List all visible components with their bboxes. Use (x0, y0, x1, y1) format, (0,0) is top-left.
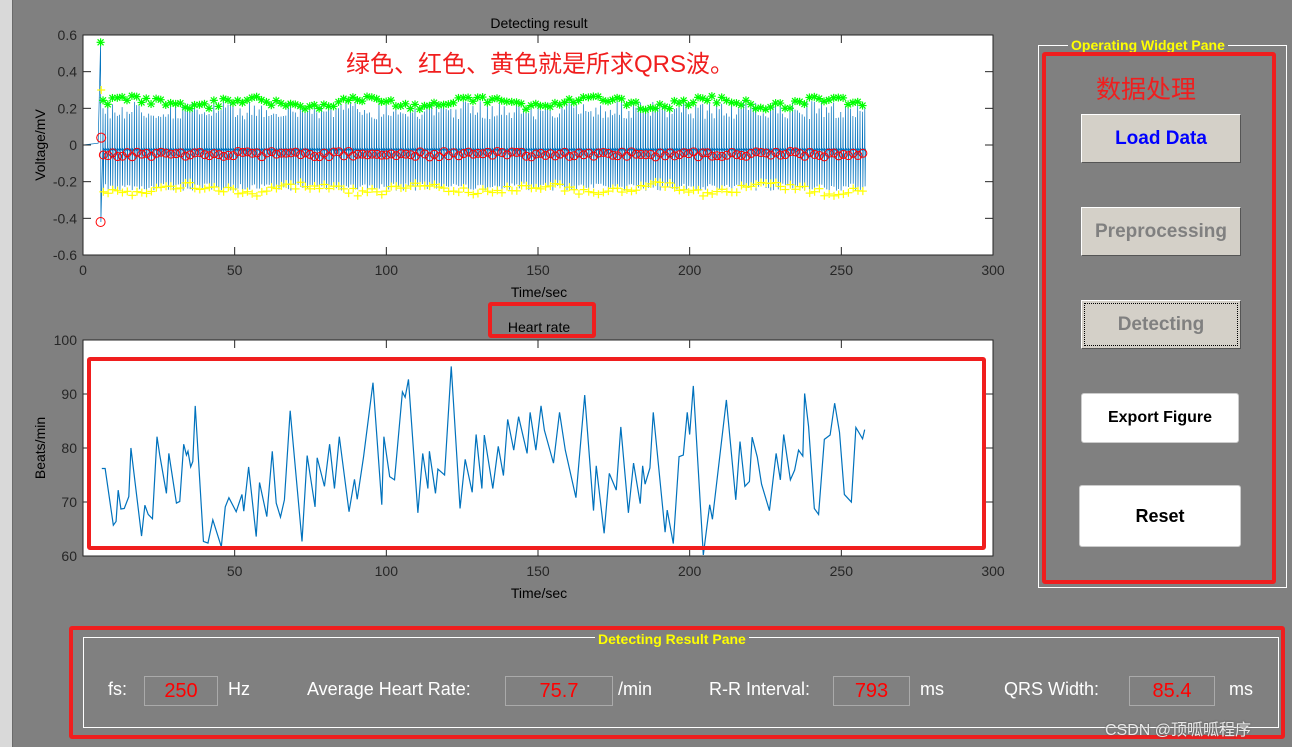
highlight-box-title (488, 302, 596, 338)
avg-hr-unit: /min (618, 679, 653, 699)
x-tick-label: 0 (79, 262, 87, 278)
x-axis-label: Time/sec (511, 284, 567, 300)
x-tick-label: 150 (526, 262, 550, 278)
r-peak-marker (839, 93, 848, 102)
qrs-label: QRS Width: (1004, 679, 1100, 699)
x-tick-label: 250 (830, 563, 854, 579)
r-peak-marker (464, 93, 473, 102)
chart-title: Detecting result (490, 15, 587, 31)
y-tick-label: 90 (61, 386, 77, 402)
y-tick-label: 0 (69, 137, 77, 153)
pane-title: Detecting Result Pane (595, 631, 749, 647)
y-tick-label: 70 (61, 494, 77, 510)
r-peak-marker (96, 38, 105, 47)
y-tick-label: 60 (61, 548, 77, 564)
r-peak-marker (483, 98, 492, 107)
y-tick-label: 0.4 (58, 64, 78, 80)
export-figure-button[interactable]: Export Figure (1081, 393, 1239, 443)
y-tick-label: -0.6 (53, 247, 77, 263)
x-tick-label: 100 (375, 563, 399, 579)
r-peak-marker (800, 100, 809, 109)
pane-title: Operating Widget Pane (1068, 37, 1228, 53)
x-tick-label: 150 (526, 563, 550, 579)
y-tick-label: -0.2 (53, 174, 77, 190)
x-tick-label: 50 (227, 563, 243, 579)
detecting-result-pane (83, 637, 1279, 728)
r-peak-marker (185, 104, 194, 113)
r-peak-marker (741, 96, 750, 105)
r-peak-marker (707, 92, 716, 101)
x-tick-label: 300 (981, 563, 1005, 579)
x-axis-label: Time/sec (511, 585, 567, 601)
x-tick-label: 250 (830, 262, 854, 278)
pane-annotation: 数据处理 (1096, 76, 1197, 104)
y-tick-label: 80 (61, 440, 77, 456)
r-peak-marker (853, 97, 862, 106)
fs-label: fs: (108, 679, 128, 699)
avg-hr-field[interactable]: 75.7 (505, 676, 613, 706)
x-tick-label: 200 (678, 563, 702, 579)
r-peak-marker (310, 100, 319, 109)
rr-field[interactable]: 793 (833, 676, 910, 706)
y-axis-label: Beats/min (32, 417, 48, 479)
r-peak-marker (594, 92, 603, 101)
r-peak-marker (522, 105, 531, 114)
y-tick-label: 0.6 (58, 27, 78, 43)
detecting-result-chart: Detecting result 0 50 100 150 200 250 300 -0.6 -… (32, 15, 1005, 300)
r-peak-marker (214, 102, 223, 111)
r-peak-marker (766, 103, 775, 112)
x-tick-label: 200 (678, 262, 702, 278)
fs-field[interactable]: 250 (144, 676, 218, 706)
preprocessing-button[interactable]: Preprocessing (1081, 207, 1241, 256)
r-peak-marker (858, 101, 867, 110)
y-tick-label: 100 (54, 332, 78, 348)
highlight-box-plot (87, 357, 986, 550)
fs-unit: Hz (228, 679, 250, 699)
r-peak-marker (631, 98, 640, 107)
x-tick-label: 300 (981, 262, 1005, 278)
rr-unit: ms (920, 679, 944, 699)
x-tick-label: 50 (227, 262, 243, 278)
r-peak-marker (132, 92, 141, 101)
qrs-field[interactable]: 85.4 (1129, 676, 1215, 706)
watermark: CSDN @顶呱呱程序 (1105, 722, 1252, 739)
reset-button[interactable]: Reset (1079, 485, 1241, 547)
y-tick-label: -0.4 (53, 210, 77, 226)
qrs-unit: ms (1229, 679, 1253, 699)
r-peak-marker (546, 102, 555, 111)
r-peak-marker (386, 96, 395, 105)
rr-label: R-R Interval: (709, 679, 811, 699)
r-peak-marker (205, 104, 214, 113)
r-peak-marker (617, 94, 626, 103)
load-data-button[interactable]: Load Data (1081, 114, 1241, 163)
x-tick-label: 100 (375, 262, 399, 278)
r-peak-marker (785, 104, 794, 113)
detecting-button[interactable]: Detecting (1081, 300, 1241, 349)
y-tick-label: 0.2 (58, 100, 78, 116)
avg-hr-label: Average Heart Rate: (307, 679, 471, 699)
annotation-text: 绿色、红色、黄色就是所求QRS波。 (346, 51, 734, 78)
r-peak-marker (517, 99, 526, 108)
r-peak-marker (665, 104, 674, 113)
y-axis-label: Voltage/mV (32, 109, 48, 181)
r-peak-marker (209, 96, 218, 105)
r-peak-marker (103, 100, 112, 109)
